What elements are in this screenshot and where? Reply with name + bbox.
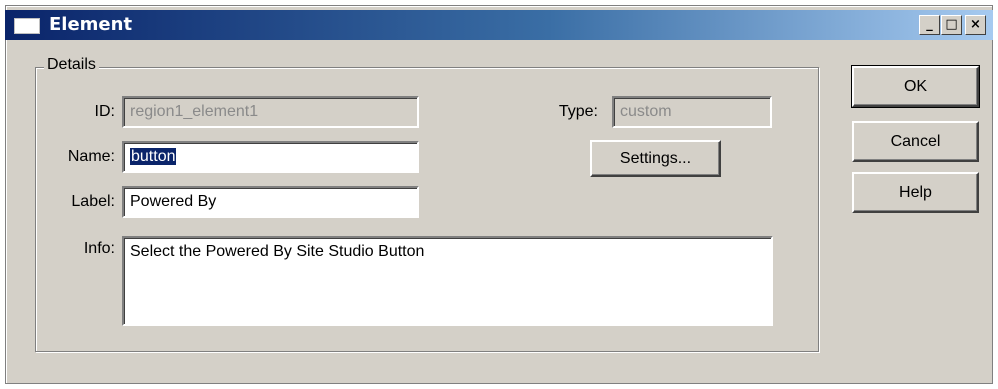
window-title: Element <box>49 14 133 35</box>
name-field-value: button <box>130 148 177 165</box>
title-bar[interactable]: Element _ □ × <box>5 10 993 40</box>
maximize-button[interactable]: □ <box>941 15 962 35</box>
label-field[interactable]: Powered By <box>122 186 419 218</box>
cancel-button[interactable]: Cancel <box>852 121 979 162</box>
name-field[interactable]: button <box>122 141 419 173</box>
info-textarea[interactable]: Select the Powered By Site Studio Button <box>122 236 773 326</box>
settings-button[interactable]: Settings... <box>590 140 721 177</box>
label-label: Label: <box>71 193 115 210</box>
close-button[interactable]: × <box>965 15 986 35</box>
type-field: custom <box>612 96 772 128</box>
info-label: Info: <box>83 240 115 257</box>
type-label: Type: <box>558 103 598 120</box>
window-icon <box>14 18 40 34</box>
name-label: Name: <box>67 148 115 165</box>
id-field: region1_element1 <box>122 96 419 128</box>
id-label: ID: <box>94 103 115 120</box>
ok-button[interactable]: OK <box>851 65 980 108</box>
details-group-label: Details <box>44 56 99 74</box>
minimize-button[interactable]: _ <box>919 15 940 35</box>
help-button[interactable]: Help <box>852 172 979 213</box>
